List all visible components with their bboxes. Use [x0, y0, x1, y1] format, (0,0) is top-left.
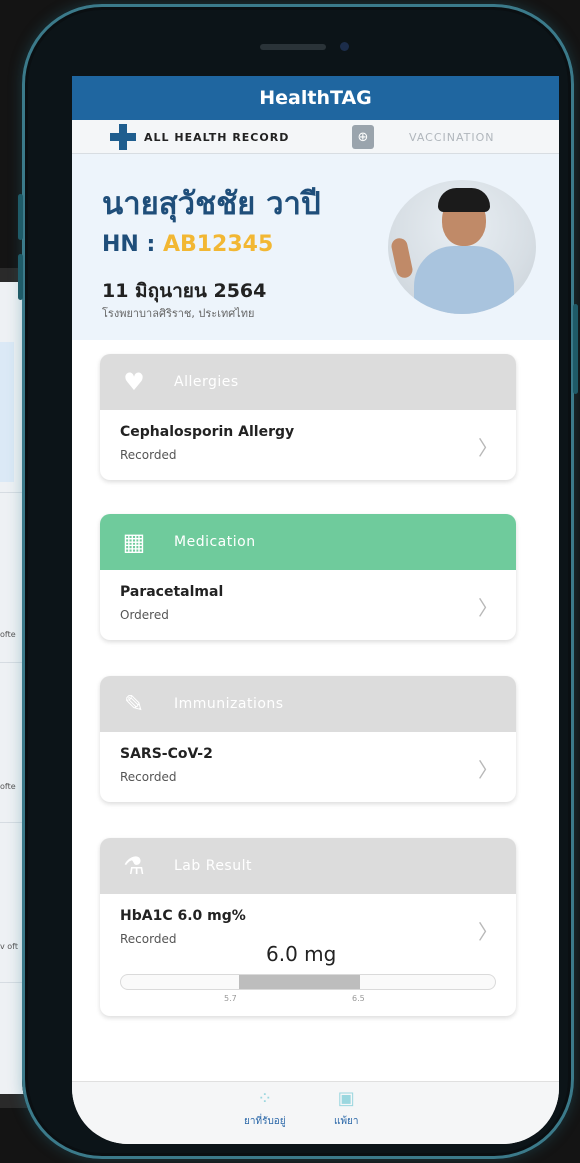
- chevron-right-icon: 〉: [478, 596, 498, 620]
- lab-value: 6.0 mg: [266, 942, 337, 966]
- lab-result-item[interactable]: HbA1C 6.0 mg% Recorded 〉 6.0 mg 5.7 6.5: [100, 894, 516, 1016]
- normal-range-fill: [238, 975, 361, 989]
- allergy-status: Recorded: [120, 448, 177, 462]
- medical-cross-icon: [110, 124, 136, 150]
- tab-all-health-record[interactable]: ALL HEALTH RECORD: [110, 124, 289, 150]
- avatar-body: [414, 246, 514, 314]
- bg-snippet: v oft: [0, 942, 18, 951]
- volume-down-button: [18, 254, 23, 300]
- allergies-header: ♥ Allergies: [100, 354, 516, 410]
- immunization-status: Recorded: [120, 770, 177, 784]
- medication-header: ▦ Medication: [100, 514, 516, 570]
- allergies-card[interactable]: ♥ Allergies Cephalosporin Allergy Record…: [100, 354, 516, 480]
- medication-item[interactable]: Paracetalmal Ordered 〉: [100, 570, 516, 640]
- lab-result-title: Lab Result: [174, 858, 252, 874]
- heart-pulse-icon: ♥: [123, 368, 145, 396]
- allergy-name: Cephalosporin Allergy: [120, 424, 295, 440]
- medicine-bottle-icon: ▦: [122, 528, 146, 556]
- nav-current-meds-label: ยาที่รับอยู่: [244, 1116, 286, 1127]
- medication-name: Paracetalmal: [120, 584, 224, 600]
- immunizations-title: Immunizations: [174, 696, 284, 712]
- immunization-name: SARS-CoV-2: [120, 746, 213, 762]
- nav-drug-allergy[interactable]: ▣ แพ้ยา: [334, 1088, 359, 1129]
- avatar-hand: [390, 236, 414, 280]
- allergies-title: Allergies: [174, 374, 239, 390]
- lab-result-card[interactable]: ⚗ Lab Result HbA1C 6.0 mg% Recorded 〉 6.…: [100, 838, 516, 1016]
- tab-all-health-record-label: ALL HEALTH RECORD: [144, 130, 290, 144]
- immunizations-item[interactable]: SARS-CoV-2 Recorded 〉: [100, 732, 516, 802]
- bg-snippet: ofte: [0, 782, 16, 791]
- volume-up-button: [18, 194, 23, 240]
- allergies-item[interactable]: Cephalosporin Allergy Recorded 〉: [100, 410, 516, 480]
- immunizations-card[interactable]: ✎ Immunizations SARS-CoV-2 Recorded 〉: [100, 676, 516, 802]
- chevron-right-icon: 〉: [478, 758, 498, 782]
- pills-icon: ⁘: [257, 1088, 273, 1109]
- syringe-icon: ✎: [123, 690, 145, 718]
- range-high-label: 6.5: [352, 994, 365, 1003]
- patient-profile: นายสุวัชชัย วาปี HN : AB12345 11 มิถุนาย…: [72, 154, 559, 340]
- microscope-icon: ⚗: [123, 852, 145, 880]
- hn-label: HN :: [102, 232, 163, 257]
- app-screen: HealthTAG ALL HEALTH RECORD ⊕ VACCINATIO…: [72, 76, 559, 1144]
- medication-card[interactable]: ▦ Medication Paracetalmal Ordered 〉: [100, 514, 516, 640]
- bg-highlight: [0, 342, 14, 482]
- lab-test-name: HbA1C 6.0 mg%: [120, 908, 246, 924]
- tab-vaccination[interactable]: VACCINATION: [409, 131, 495, 144]
- tab-bar: ALL HEALTH RECORD ⊕ VACCINATION: [72, 120, 559, 154]
- power-button: [573, 304, 578, 394]
- nav-current-meds[interactable]: ⁘ ยาที่รับอยู่: [244, 1088, 286, 1129]
- hospital-number: HN : AB12345: [102, 232, 273, 257]
- app-title: HealthTAG: [72, 76, 559, 120]
- search-document-icon: ▣: [337, 1088, 355, 1109]
- record-date: 11 มิถุนายน 2564: [102, 280, 267, 302]
- patient-name: นายสุวัชชัย วาปี: [102, 186, 321, 222]
- medication-title: Medication: [174, 534, 256, 550]
- phone-frame: HealthTAG ALL HEALTH RECORD ⊕ VACCINATIO…: [18, 4, 578, 1159]
- reference-range-bar: [120, 974, 496, 990]
- chevron-right-icon: 〉: [478, 436, 498, 460]
- hn-value: AB12345: [162, 232, 274, 257]
- speaker-grille: [260, 44, 326, 50]
- range-low-label: 5.7: [224, 994, 237, 1003]
- nav-drug-allergy-label: แพ้ยา: [334, 1116, 359, 1127]
- passport-globe-icon[interactable]: ⊕: [352, 125, 374, 149]
- hospital-location: โรงพยาบาลศิริราช, ประเทศไทย: [102, 307, 255, 320]
- chevron-right-icon: 〉: [478, 920, 498, 944]
- avatar: [388, 180, 536, 314]
- avatar-hair: [438, 188, 490, 212]
- lab-status: Recorded: [120, 932, 177, 946]
- lab-result-header: ⚗ Lab Result: [100, 838, 516, 894]
- front-camera: [340, 42, 349, 51]
- bg-snippet: ofte: [0, 630, 16, 639]
- bottom-navigation: ⁘ ยาที่รับอยู่ ▣ แพ้ยา: [72, 1081, 559, 1144]
- medication-status: Ordered: [120, 608, 169, 622]
- immunizations-header: ✎ Immunizations: [100, 676, 516, 732]
